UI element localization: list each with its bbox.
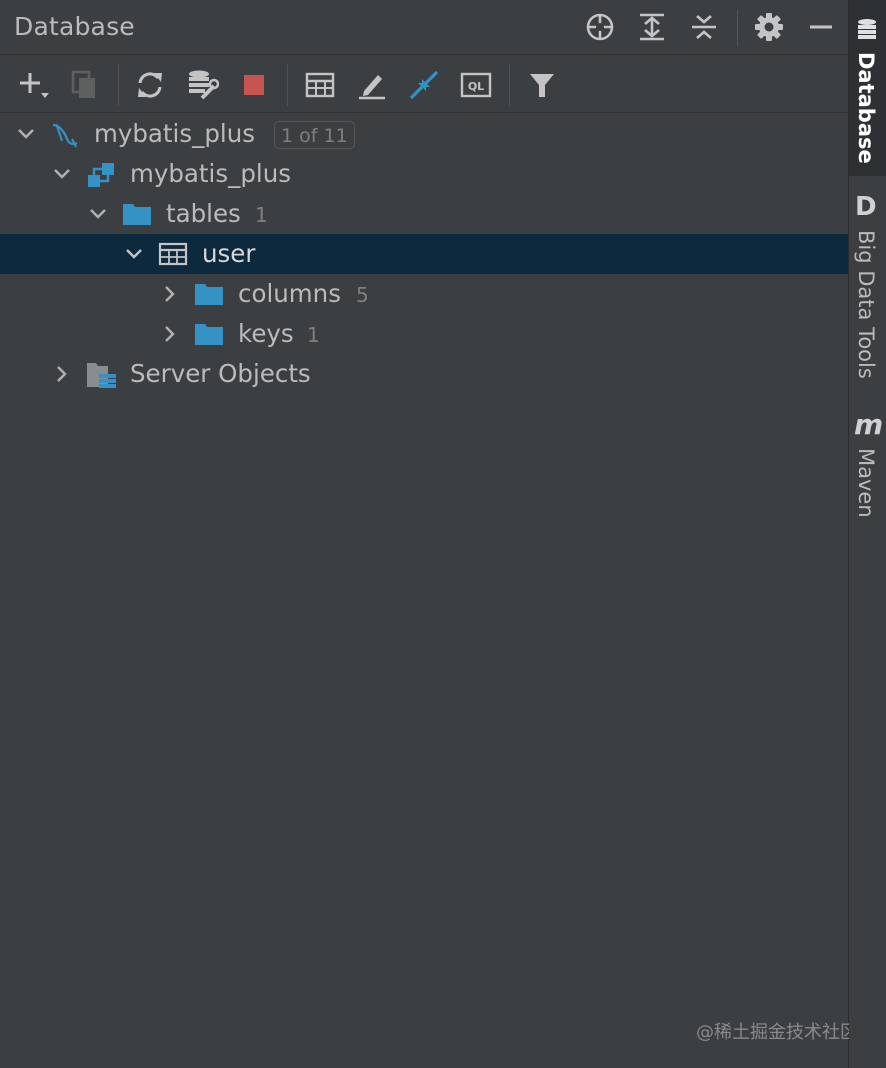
locate-icon[interactable] [583,10,617,44]
tree-node-user-table[interactable]: user [0,234,848,274]
maven-icon: m [854,408,884,441]
schema-icon [86,161,114,187]
chevron-down-icon[interactable] [88,204,108,224]
edit-icon[interactable] [352,66,392,104]
tables-count: 1 [255,203,268,227]
tree-node-keys[interactable]: keys 1 [0,314,848,354]
keys-count: 1 [307,323,320,347]
schema-count-badge[interactable]: 1 of 11 [274,121,355,149]
chevron-right-icon[interactable] [52,364,72,384]
table-view-icon[interactable] [300,66,340,104]
tab-database-label: Database [854,52,878,164]
tab-maven[interactable]: m Maven [849,404,886,534]
database-tool-window: Database QL mybatis_plus 1 of 11 mybatis… [0,0,858,1068]
tool-window-header: Database [0,0,848,55]
keys-label: keys [238,319,294,348]
stop-icon[interactable] [234,66,274,104]
chevron-right-icon[interactable] [160,324,180,344]
server-objects-icon [86,361,116,388]
tab-big-data-tools[interactable]: D Big Data Tools [849,186,886,386]
duplicate-icon[interactable] [64,66,104,104]
data-source-properties-icon[interactable] [182,66,222,104]
tree-node-schema[interactable]: mybatis_plus [0,154,848,194]
columns-count: 5 [356,283,369,307]
schema-label: mybatis_plus [130,159,292,188]
gear-icon[interactable] [752,10,786,44]
tree-node-tables[interactable]: tables 1 [0,194,848,234]
tree-node-columns[interactable]: columns 5 [0,274,848,314]
toolbar: QL [0,56,848,113]
toolbar-separator [287,64,288,106]
watermark: @稀土掘金技术社区 [696,1022,858,1043]
tables-label: tables [166,199,241,228]
user-table-label: user [202,239,256,268]
tree-node-data-source[interactable]: mybatis_plus 1 of 11 [0,114,848,154]
right-tool-stripe: Database D Big Data Tools m Maven [849,0,886,1068]
toolbar-separator [118,64,119,106]
chevron-down-icon[interactable] [124,244,144,264]
collapse-all-icon[interactable] [687,10,721,44]
tab-big-data-tools-label: Big Data Tools [854,230,878,379]
ql-console-icon[interactable]: QL [456,66,496,104]
folder-icon [122,201,151,227]
columns-label: columns [238,279,341,308]
chevron-down-icon[interactable] [52,164,72,184]
refresh-icon[interactable] [130,66,170,104]
database-icon [856,18,878,46]
minimize-icon[interactable] [804,10,838,44]
toolbar-separator [509,64,510,106]
tool-window-title: Database [14,12,135,41]
svg-text:QL: QL [468,80,484,93]
filter-icon[interactable] [522,66,562,104]
tab-database[interactable]: Database [849,0,886,176]
chevron-right-icon[interactable] [160,284,180,304]
folder-icon [194,281,223,307]
header-separator [737,10,738,46]
add-icon[interactable] [14,66,54,104]
chevron-down-icon[interactable] [16,124,36,144]
tree-node-server-objects[interactable]: Server Objects [0,354,848,394]
expand-all-icon[interactable] [635,10,669,44]
tab-maven-label: Maven [854,448,878,518]
data-source-label: mybatis_plus [94,119,256,148]
jump-to-console-icon[interactable] [404,66,444,104]
folder-icon [194,321,223,347]
table-icon [158,241,188,267]
mysql-icon [50,121,78,148]
server-objects-label: Server Objects [130,359,311,388]
big-data-tools-icon: D [855,192,877,222]
